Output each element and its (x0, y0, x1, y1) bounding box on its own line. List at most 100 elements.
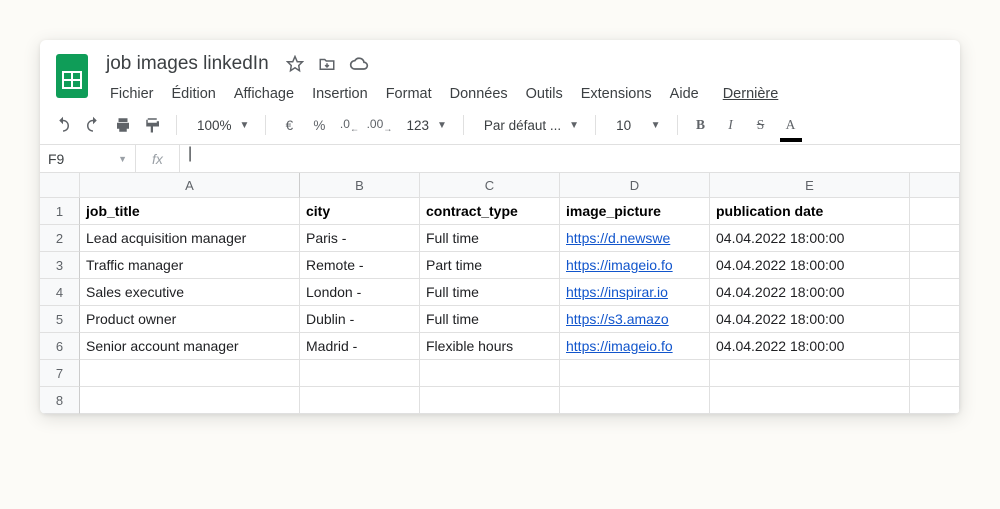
cell[interactable] (560, 360, 710, 387)
number-format-select[interactable]: 123▼ (396, 112, 452, 138)
cell[interactable] (710, 387, 910, 414)
bold-button[interactable]: B (688, 112, 714, 138)
row-header[interactable]: 2 (40, 225, 80, 252)
decrease-decimal-button[interactable]: .0← (336, 112, 362, 138)
row-header[interactable]: 3 (40, 252, 80, 279)
menu-view[interactable]: Affichage (226, 82, 302, 106)
toolbar: 100%▼ € % .0← .00→ 123▼ Par défaut ...▼ … (40, 106, 960, 145)
cell[interactable]: 04.04.2022 18:00:00 (710, 279, 910, 306)
cell-link[interactable]: https://imageio.fo (560, 252, 710, 279)
document-title[interactable]: job images linkedIn (102, 51, 273, 77)
menu-help[interactable]: Aide (662, 82, 707, 106)
italic-button[interactable]: I (718, 112, 744, 138)
cell[interactable]: Full time (420, 225, 560, 252)
row-header[interactable]: 1 (40, 198, 80, 225)
cell[interactable] (910, 333, 960, 360)
cell[interactable]: Lead acquisition manager (80, 225, 300, 252)
cell[interactable]: Flexible hours (420, 333, 560, 360)
strikethrough-button[interactable]: S (748, 112, 774, 138)
row-header[interactable]: 6 (40, 333, 80, 360)
sheets-logo[interactable] (52, 50, 92, 102)
cell[interactable]: contract_type (420, 198, 560, 225)
cell-link[interactable]: https://imageio.fo (560, 333, 710, 360)
font-select[interactable]: Par défaut ...▼ (474, 112, 585, 138)
cell[interactable]: 04.04.2022 18:00:00 (710, 252, 910, 279)
formula-input[interactable]: | (180, 145, 960, 172)
spreadsheet-grid[interactable]: A B C D E 1 job_title city contract_type… (40, 173, 960, 414)
cell[interactable] (910, 387, 960, 414)
menu-file[interactable]: Fichier (102, 82, 162, 106)
name-box[interactable]: F9▼ (40, 145, 136, 172)
cell[interactable]: Product owner (80, 306, 300, 333)
cell[interactable]: image_picture (560, 198, 710, 225)
cell[interactable] (910, 198, 960, 225)
row-header[interactable]: 5 (40, 306, 80, 333)
cell[interactable] (80, 360, 300, 387)
move-folder-icon[interactable] (317, 54, 337, 74)
cell[interactable]: job_title (80, 198, 300, 225)
col-header-A[interactable]: A (80, 173, 300, 198)
cell[interactable]: Dublin - (300, 306, 420, 333)
row-header[interactable]: 7 (40, 360, 80, 387)
zoom-select[interactable]: 100%▼ (187, 112, 255, 138)
menu-format[interactable]: Format (378, 82, 440, 106)
cell[interactable] (80, 387, 300, 414)
undo-icon[interactable] (50, 112, 76, 138)
menu-tools[interactable]: Outils (518, 82, 571, 106)
star-icon[interactable] (285, 54, 305, 74)
menu-last-edit[interactable]: Dernière (715, 82, 787, 106)
cell[interactable]: Traffic manager (80, 252, 300, 279)
cell[interactable] (910, 252, 960, 279)
cell[interactable] (710, 360, 910, 387)
cell[interactable]: Full time (420, 306, 560, 333)
select-all-corner[interactable] (40, 173, 80, 198)
cell[interactable]: 04.04.2022 18:00:00 (710, 306, 910, 333)
cell[interactable] (420, 360, 560, 387)
separator (677, 115, 678, 135)
print-icon[interactable] (110, 112, 136, 138)
cell-link[interactable]: https://s3.amazo (560, 306, 710, 333)
cell[interactable] (560, 387, 710, 414)
col-header-C[interactable]: C (420, 173, 560, 198)
col-header-D[interactable]: D (560, 173, 710, 198)
cell[interactable]: Full time (420, 279, 560, 306)
cell[interactable] (300, 360, 420, 387)
percent-button[interactable]: % (306, 112, 332, 138)
cell[interactable]: Madrid - (300, 333, 420, 360)
cloud-status-icon[interactable] (349, 54, 369, 74)
cell[interactable]: publication date (710, 198, 910, 225)
cell[interactable]: Sales executive (80, 279, 300, 306)
col-header-E[interactable]: E (710, 173, 910, 198)
cell[interactable]: 04.04.2022 18:00:00 (710, 333, 910, 360)
menu-data[interactable]: Données (442, 82, 516, 106)
font-size-select[interactable]: 10 ▼ (606, 112, 666, 138)
currency-button[interactable]: € (276, 112, 302, 138)
cell[interactable]: 04.04.2022 18:00:00 (710, 225, 910, 252)
cell[interactable]: Paris - (300, 225, 420, 252)
paint-format-icon[interactable] (140, 112, 166, 138)
cell[interactable]: Part time (420, 252, 560, 279)
cell[interactable]: Remote - (300, 252, 420, 279)
row-header[interactable]: 8 (40, 387, 80, 414)
cell[interactable] (910, 225, 960, 252)
col-header-overflow[interactable] (910, 173, 960, 198)
cell[interactable]: Senior account manager (80, 333, 300, 360)
cell[interactable]: London - (300, 279, 420, 306)
col-header-B[interactable]: B (300, 173, 420, 198)
cell-link[interactable]: https://d.newswe (560, 225, 710, 252)
increase-decimal-button[interactable]: .00→ (366, 112, 392, 138)
cell[interactable] (910, 306, 960, 333)
cell-link[interactable]: https://inspirar.io (560, 279, 710, 306)
row-header[interactable]: 4 (40, 279, 80, 306)
formula-bar: F9▼ fx | (40, 145, 960, 173)
cell[interactable] (420, 387, 560, 414)
cell[interactable] (300, 387, 420, 414)
redo-icon[interactable] (80, 112, 106, 138)
menu-edit[interactable]: Édition (164, 82, 224, 106)
menu-insert[interactable]: Insertion (304, 82, 376, 106)
menu-extensions[interactable]: Extensions (573, 82, 660, 106)
cell[interactable] (910, 279, 960, 306)
text-color-button[interactable]: A (778, 112, 804, 138)
cell[interactable]: city (300, 198, 420, 225)
cell[interactable] (910, 360, 960, 387)
